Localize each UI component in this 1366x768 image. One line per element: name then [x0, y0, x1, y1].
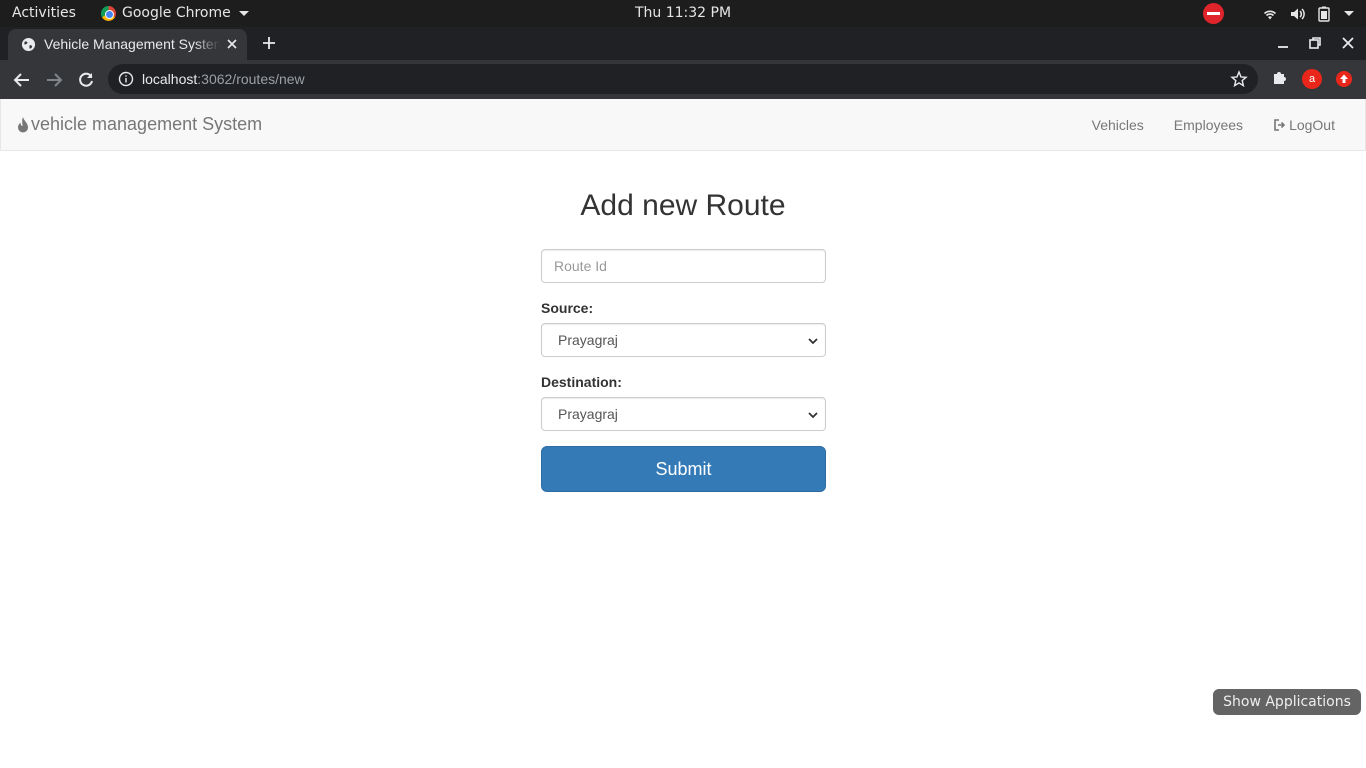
show-applications-tooltip: Show Applications [1213, 689, 1361, 715]
wifi-icon [1263, 10, 1277, 19]
logout-icon [1274, 119, 1286, 131]
url-path: :3062/routes/new [197, 71, 305, 87]
profile-avatar[interactable]: a [1302, 69, 1322, 89]
source-selected-value: Prayagraj [558, 332, 618, 348]
system-clock[interactable]: Thu 11:32 PM [0, 5, 1366, 21]
submit-button[interactable]: Submit [541, 446, 826, 492]
navbar-links: Vehicles Employees LogOut [1077, 99, 1365, 151]
source-select[interactable]: Prayagraj [541, 323, 826, 357]
brand-text: vehicle management System [31, 114, 263, 134]
address-bar[interactable]: localhost:3062/routes/new [108, 64, 1258, 94]
extensions-puzzle-icon[interactable] [1271, 69, 1289, 87]
no-entry-icon[interactable] [1203, 3, 1224, 24]
site-brand[interactable]: vehicle management System [16, 114, 262, 135]
site-navbar: vehicle management System Vehicles Emplo… [0, 99, 1366, 151]
tab-title: Vehicle Management System [44, 36, 220, 52]
destination-selected-value: Prayagraj [558, 406, 618, 422]
browser-tab-strip: Vehicle Management System [0, 27, 1366, 60]
page-title: Add new Route [580, 189, 786, 222]
url-text: localhost:3062/routes/new [142, 71, 305, 87]
forward-arrow-icon[interactable] [44, 70, 64, 90]
globe-icon [21, 37, 36, 52]
bookmark-star-icon[interactable] [1230, 70, 1248, 88]
destination-select[interactable]: Prayagraj [541, 397, 826, 431]
nav-link-vehicles[interactable]: Vehicles [1077, 99, 1159, 151]
nav-link-logout[interactable]: LogOut [1258, 99, 1365, 151]
update-arrow-icon[interactable] [1336, 71, 1352, 87]
close-icon[interactable] [224, 36, 240, 52]
fire-icon [18, 116, 28, 132]
reload-icon[interactable] [76, 70, 96, 90]
back-arrow-icon[interactable] [12, 70, 32, 90]
info-icon[interactable] [118, 71, 134, 87]
chevron-down-icon [808, 338, 818, 345]
system-menu-caret-icon [1344, 11, 1354, 16]
logout-label: LogOut [1289, 117, 1335, 133]
restore-icon[interactable] [1307, 35, 1323, 51]
system-status-area[interactable] [1203, 3, 1354, 24]
browser-tab[interactable]: Vehicle Management System [8, 29, 247, 60]
nav-link-employees[interactable]: Employees [1159, 99, 1258, 151]
minimize-icon[interactable] [1275, 35, 1291, 51]
route-id-input[interactable] [541, 249, 826, 283]
url-host: localhost [142, 71, 198, 87]
chevron-down-icon [808, 412, 818, 419]
window-close-icon[interactable] [1340, 35, 1356, 51]
new-tab-icon[interactable] [260, 34, 278, 52]
system-top-bar: Activities Google Chrome Thu 11:32 PM [0, 0, 1366, 27]
battery-icon [1318, 6, 1330, 22]
browser-toolbar: localhost:3062/routes/new [0, 60, 1366, 99]
destination-label: Destination: [541, 374, 622, 390]
volume-icon [1291, 7, 1305, 20]
source-label: Source: [541, 300, 594, 316]
